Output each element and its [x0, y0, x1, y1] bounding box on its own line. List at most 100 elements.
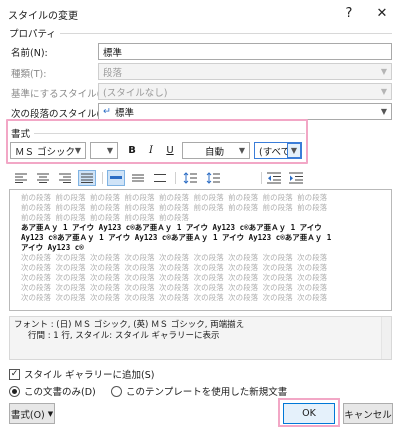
name-value: 標準 — [103, 47, 123, 59]
space-before-icon — [183, 172, 197, 184]
one-half-spacing-icon — [132, 174, 144, 182]
this-document-label: この文書のみ(D) — [24, 387, 96, 398]
ok-button[interactable]: OK — [283, 403, 335, 424]
align-left-button[interactable] — [12, 170, 30, 186]
next-style-select[interactable]: ↵ 標準 ▼ — [98, 103, 392, 120]
double-spacing-button[interactable] — [151, 170, 169, 186]
close-button[interactable]: ✕ — [368, 2, 396, 24]
chevron-down-icon: ▼ — [380, 67, 388, 76]
chevron-down-icon: ▼ — [106, 146, 114, 155]
toolbar-separator — [261, 172, 262, 184]
name-label: 名前(N): — [11, 48, 48, 59]
preview-line: 次の段落 次の段落 次の段落 次の段落 次の段落 次の段落 次の段落 次の段落 … — [21, 253, 328, 262]
font-select[interactable]: ＭＳ ゴシック ▼ — [10, 142, 86, 159]
properties-heading: プロパティ — [9, 29, 56, 40]
paragraph-style-icon: ↵ — [103, 106, 111, 117]
preview-line: Ay123 c®あア亜Ａｙ 1 アイウ Ay123 c®あア亜Ａｙ 1 アイウ … — [21, 233, 332, 242]
align-center-button[interactable] — [34, 170, 52, 186]
preview-line: 次の段落 次の段落 次の段落 次の段落 次の段落 次の段落 次の段落 次の段落 … — [21, 293, 328, 302]
align-center-icon — [37, 173, 49, 183]
preview-line: 次の段落 次の段落 次の段落 次の段落 次の段落 次の段落 次の段落 次の段落 … — [21, 273, 328, 282]
italic-button[interactable]: I — [143, 142, 159, 158]
help-icon: ? — [345, 5, 353, 21]
cancel-button[interactable]: キャンセル — [343, 403, 393, 424]
style-preview: 前の段落 前の段落 前の段落 前の段落 前の段落 前の段落 前の段落 前の段落 … — [9, 189, 392, 311]
type-select: 段落 ▼ — [98, 63, 392, 80]
preview-lines: 前の段落 前の段落 前の段落 前の段落 前の段落 前の段落 前の段落 前の段落 … — [21, 193, 380, 303]
increase-indent-icon — [289, 172, 303, 184]
chevron-down-icon: ▼ — [287, 143, 301, 158]
add-to-gallery-option[interactable]: ✓ スタイル ギャラリーに追加(S) — [9, 367, 154, 381]
radio-selected-icon — [12, 388, 17, 394]
align-right-icon — [59, 173, 71, 183]
chevron-down-icon: ▼ — [380, 107, 388, 116]
justify-icon — [81, 173, 93, 183]
font-size-select[interactable]: ▼ — [90, 142, 118, 159]
chevron-down-icon: ▼ — [380, 87, 388, 96]
font-color-select[interactable]: 自動 ▼ — [182, 142, 250, 159]
template-radio[interactable] — [111, 385, 122, 397]
underline-icon: U — [166, 144, 174, 156]
font-color-value: 自動 — [205, 146, 225, 158]
single-spacing-button[interactable] — [107, 170, 125, 186]
increase-indent-button[interactable] — [287, 170, 305, 186]
close-icon: ✕ — [376, 5, 388, 21]
template-option[interactable]: このテンプレートを使用した新規文書 — [111, 384, 287, 398]
template-label: このテンプレートを使用した新規文書 — [126, 387, 288, 398]
description-line-1: フォント : (日) ＭＳ ゴシック, (英) ＭＳ ゴシック, 両端揃え — [14, 320, 245, 330]
base-style-value: (スタイルなし) — [103, 87, 168, 99]
toolbar-separator — [175, 172, 176, 184]
italic-icon: I — [149, 144, 153, 156]
ok-label: OK — [302, 408, 316, 419]
preview-line: 次の段落 次の段落 次の段落 次の段落 次の段落 次の段落 次の段落 次の段落 … — [21, 283, 328, 292]
one-half-spacing-button[interactable] — [129, 170, 147, 186]
preview-line: あア亜Ａｙ 1 アイウ Ay123 c®あア亜Ａｙ 1 アイウ Ay123 c®… — [21, 223, 322, 232]
format-heading: 書式 — [11, 129, 31, 140]
format-divider — [34, 133, 305, 134]
add-to-gallery-label: スタイル ギャラリーに追加(S) — [24, 370, 155, 381]
type-value: 段落 — [103, 67, 123, 79]
description-line-2: 行間 : 1 行, スタイル: スタイル ギャラリーに表示 — [28, 331, 220, 341]
preview-line: 前の段落 前の段落 前の段落 前の段落 前の段落 — [21, 213, 190, 222]
style-description: フォント : (日) ＭＳ ゴシック, (英) ＭＳ ゴシック, 両端揃え 行間… — [9, 316, 392, 360]
bold-button[interactable]: B — [124, 142, 140, 158]
chevron-down-icon: ▼ — [74, 146, 82, 155]
space-after-icon — [206, 172, 220, 184]
align-left-icon — [15, 173, 27, 183]
justify-button[interactable] — [78, 170, 96, 186]
space-before-button[interactable] — [181, 170, 199, 186]
decrease-indent-button[interactable] — [265, 170, 283, 186]
base-style-select: (スタイルなし) ▼ — [98, 83, 392, 100]
window-title: スタイルの変更 — [8, 11, 78, 22]
chevron-down-icon: ▼ — [47, 409, 54, 418]
decrease-indent-icon — [267, 172, 281, 184]
preview-line: 前の段落 前の段落 前の段落 前の段落 前の段落 前の段落 前の段落 前の段落 … — [21, 193, 328, 202]
cancel-label: キャンセル — [344, 409, 392, 421]
format-menu-label: 書式(O) — [10, 409, 45, 421]
properties-divider — [60, 33, 392, 34]
description-scrollbar[interactable] — [381, 317, 391, 359]
preview-line: 次の段落 次の段落 次の段落 次の段落 次の段落 次の段落 次の段落 次の段落 … — [21, 263, 328, 272]
add-to-gallery-checkbox[interactable]: ✓ — [9, 368, 20, 380]
underline-button[interactable]: U — [162, 142, 178, 158]
chevron-down-icon: ▼ — [238, 146, 246, 155]
help-button[interactable]: ? — [335, 2, 363, 24]
this-document-radio[interactable] — [9, 385, 20, 397]
title-bar: スタイルの変更 ? ✕ — [0, 0, 400, 28]
this-document-option[interactable]: この文書のみ(D) — [9, 384, 96, 398]
preview-line: アイウ Ay123 c® — [21, 243, 84, 252]
double-spacing-icon — [154, 174, 166, 182]
type-label: 種類(T): — [11, 69, 47, 80]
preview-line: 前の段落 前の段落 前の段落 前の段落 前の段落 前の段落 前の段落 前の段落 … — [21, 203, 328, 212]
space-after-button[interactable] — [204, 170, 222, 186]
bold-icon: B — [128, 144, 136, 156]
font-value: ＭＳ ゴシック — [15, 146, 76, 158]
format-menu-button[interactable]: 書式(O) ▼ — [9, 403, 55, 424]
toolbar-separator — [102, 172, 103, 184]
next-style-value: 標準 — [114, 107, 134, 119]
paragraph-toolbar — [9, 170, 392, 186]
script-select[interactable]: (すべて) ▼ — [254, 142, 302, 159]
name-input[interactable]: 標準 — [98, 43, 392, 60]
align-right-button[interactable] — [56, 170, 74, 186]
single-spacing-icon — [110, 176, 122, 179]
